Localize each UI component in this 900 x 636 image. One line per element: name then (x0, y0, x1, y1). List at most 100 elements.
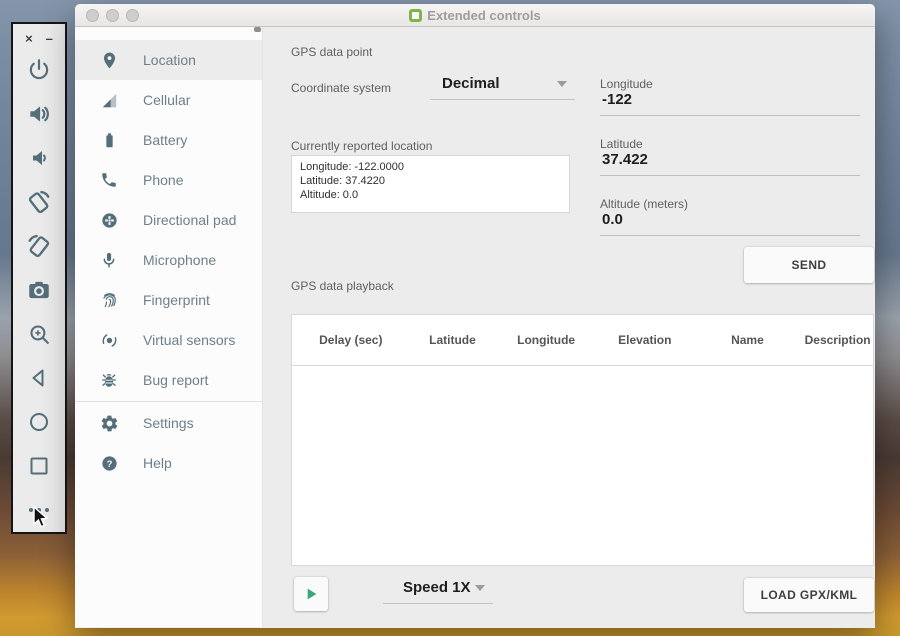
sidebar-scrollbar-thumb[interactable] (254, 27, 261, 32)
fingerprint-icon (99, 290, 119, 310)
gps-playback-label: GPS data playback (291, 279, 394, 293)
zoom-icon (27, 322, 52, 347)
sidebar-item-help[interactable]: ? Help (75, 443, 262, 483)
sidebar-item-label: Battery (143, 132, 188, 148)
gear-icon (99, 413, 119, 433)
minimize-traffic-light[interactable] (106, 9, 119, 22)
sidebar-item-settings[interactable]: Settings (75, 403, 262, 443)
overview-button[interactable] (17, 444, 61, 488)
location-pin-icon (99, 50, 119, 70)
altitude-label: Altitude (meters) (600, 197, 689, 211)
sidebar-item-microphone[interactable]: Microphone (75, 240, 262, 280)
send-button[interactable]: SEND (744, 247, 874, 283)
longitude-value: -122 (602, 91, 633, 108)
window-titlebar[interactable]: Extended controls (75, 4, 875, 27)
camera-button[interactable] (17, 268, 61, 312)
table-header-elevation: Elevation (618, 333, 672, 347)
sidebar-item-label: Cellular (143, 92, 191, 108)
speed-dropdown[interactable]: Speed 1X (383, 579, 493, 604)
sidebar-item-bug-report[interactable]: Bug report (75, 360, 262, 400)
chevron-down-icon (557, 80, 567, 87)
rotate-right-button[interactable] (17, 224, 61, 268)
power-button[interactable] (17, 48, 61, 92)
reported-latitude: Latitude: 37.4220 (300, 175, 386, 187)
power-icon (26, 57, 52, 83)
sidebar-item-label: Fingerprint (143, 292, 210, 308)
latitude-input[interactable]: 37.422 (600, 151, 860, 176)
sidebar-item-label: Virtual sensors (143, 332, 236, 348)
reported-location-box: Longitude: -122.0000 Latitude: 37.4220 A… (291, 155, 570, 213)
play-icon (307, 588, 317, 600)
sidebar-item-cellular[interactable]: Cellular (75, 80, 262, 120)
close-traffic-light[interactable] (86, 9, 99, 22)
toolbar-window-controls: × – (25, 28, 53, 48)
home-button[interactable] (17, 400, 61, 444)
sidebar-item-label: Bug report (143, 372, 209, 388)
toolbar-close-button[interactable]: × (25, 32, 33, 45)
volume-up-button[interactable] (17, 92, 61, 136)
volume-up-icon (26, 101, 52, 127)
table-header-row: Delay (sec) Latitude Longitude Elevation Nam… (292, 315, 873, 366)
volume-down-icon (27, 146, 51, 170)
table-header-longitude: Longitude (517, 333, 576, 347)
sidebar-item-fingerprint[interactable]: Fingerprint (75, 280, 262, 320)
overview-icon (27, 454, 51, 478)
table-header-description: Description (804, 333, 871, 347)
sidebar-item-label: Microphone (143, 252, 217, 268)
zoom-traffic-light[interactable] (126, 9, 139, 22)
sidebar-item-label: Location (143, 52, 196, 68)
rotate-left-icon (25, 188, 53, 216)
reported-altitude: Altitude: 0.0 (300, 189, 359, 201)
toolbar-minimize-button[interactable]: – (46, 32, 53, 45)
chevron-down-icon (475, 584, 485, 591)
sidebar-item-virtual-sensors[interactable]: Virtual sensors (75, 320, 262, 360)
sidebar-item-label: Settings (143, 415, 194, 431)
sidebar-item-location[interactable]: Location (75, 40, 262, 80)
sidebar-divider (75, 401, 262, 402)
longitude-input[interactable]: -122 (600, 91, 860, 116)
svg-text:?: ? (106, 458, 112, 469)
volume-down-button[interactable] (17, 136, 61, 180)
sidebar-item-label: Phone (143, 172, 184, 188)
altitude-input[interactable]: 0.0 (600, 211, 860, 236)
table-header-delay-sec: Delay (sec) (319, 333, 383, 347)
latitude-label: Latitude (600, 137, 643, 151)
altitude-value: 0.0 (602, 211, 623, 228)
gps-data-point-label: GPS data point (291, 45, 373, 59)
emulator-toolbar: × – (11, 22, 67, 534)
rotate-left-button[interactable] (17, 180, 61, 224)
longitude-label: Longitude (600, 77, 653, 91)
dpad-icon (99, 210, 119, 230)
latitude-value: 37.422 (602, 151, 648, 168)
bug-icon (99, 370, 119, 390)
zoom-button[interactable] (17, 312, 61, 356)
battery-icon (99, 130, 119, 150)
load-gpx-kml-button[interactable]: LOAD GPX/KML (744, 578, 874, 612)
back-button[interactable] (17, 356, 61, 400)
phone-icon (99, 170, 119, 190)
virtual-sensors-icon (99, 330, 119, 350)
help-icon: ? (99, 453, 119, 473)
table-header-name: Name (731, 333, 764, 347)
cellular-signal-icon (99, 90, 119, 110)
emulator-app-icon (409, 8, 423, 22)
mouse-cursor (31, 505, 49, 534)
table-header-latitude: Latitude (429, 333, 476, 347)
microphone-icon (99, 250, 119, 270)
camera-icon (26, 277, 52, 303)
speed-value: Speed 1X (403, 579, 471, 596)
reported-longitude: Longitude: -122.0000 (300, 161, 404, 173)
sidebar-item-phone[interactable]: Phone (75, 160, 262, 200)
sidebar-nav: Location Cellular Battery Phone Directional … (75, 27, 263, 627)
sidebar-item-battery[interactable]: Battery (75, 120, 262, 160)
play-button[interactable] (294, 577, 328, 611)
coordinate-system-dropdown[interactable]: Decimal (430, 75, 575, 100)
extended-controls-window: Extended controls Location Cellular Batter… (75, 4, 875, 628)
home-icon (27, 410, 51, 434)
toolbar-buttons (17, 48, 61, 532)
rotate-right-icon (25, 232, 53, 260)
coordinate-system-value: Decimal (442, 75, 500, 92)
reported-location-label: Currently reported location (291, 139, 433, 153)
desktop: { "window": { "title": "Extended control… (0, 0, 900, 636)
sidebar-item-directional-pad[interactable]: Directional pad (75, 200, 262, 240)
